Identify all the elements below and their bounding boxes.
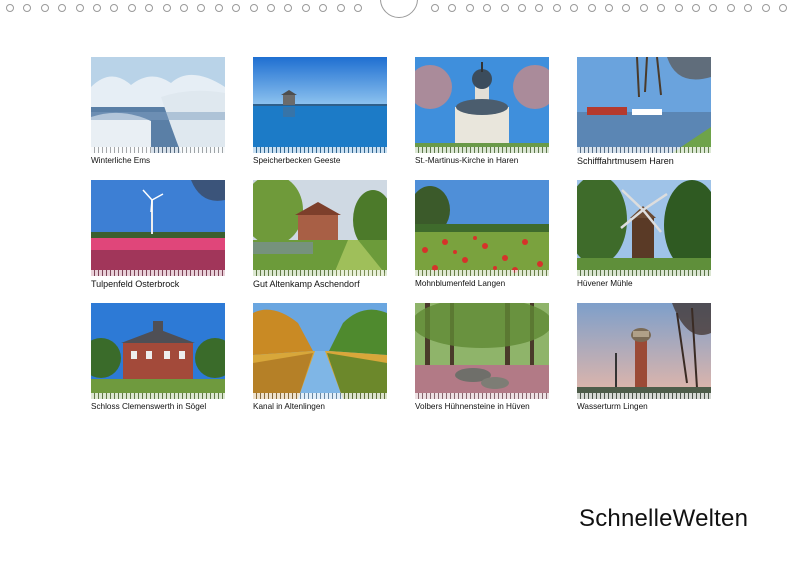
binding-ring-icon bbox=[465, 4, 474, 12]
binding-ring-icon bbox=[552, 4, 561, 12]
binding-ring-icon bbox=[744, 4, 753, 12]
binding-ring-icon bbox=[518, 4, 526, 12]
binding-ring-icon bbox=[587, 4, 596, 12]
binding-ring-icon bbox=[639, 4, 648, 12]
binding-ring-icon bbox=[726, 4, 735, 12]
binding-ring-icon bbox=[6, 4, 14, 12]
photo-caption: St.-Martinus-Kirche in Haren bbox=[415, 156, 519, 165]
binding-ring-icon bbox=[431, 4, 439, 12]
calendar-tile: Volbers Hühnensteine in Hüven bbox=[415, 303, 549, 411]
reservoir-tower-photo bbox=[253, 57, 387, 153]
binding-ring-icon bbox=[127, 4, 136, 12]
photo-caption: Tulpenfeld Osterbrock bbox=[91, 279, 180, 289]
calendar-tile: Winterliche Ems bbox=[91, 57, 225, 165]
binding-ring-icon bbox=[162, 4, 171, 12]
photo-caption: Schloss Clemenswerth in Sögel bbox=[91, 402, 207, 411]
binding-ring-icon bbox=[709, 4, 718, 12]
photo-caption: Gut Altenkamp Aschendorf bbox=[253, 279, 360, 289]
binding-ring-icon bbox=[674, 4, 683, 12]
binding-ring-icon bbox=[319, 4, 328, 12]
binding-ring-icon bbox=[267, 4, 275, 12]
binding-ring-icon bbox=[197, 4, 206, 12]
calendar-tile: Schloss Clemenswerth in Sögel bbox=[91, 303, 225, 411]
binding-ring-icon bbox=[40, 4, 49, 12]
photo-caption: Winterliche Ems bbox=[91, 156, 151, 165]
photo-caption: Volbers Hühnensteine in Hüven bbox=[415, 402, 530, 411]
calendar-tile: Hüvener Mühle bbox=[577, 180, 711, 288]
photo-caption: Hüvener Mühle bbox=[577, 279, 633, 288]
poppy-field-photo bbox=[415, 180, 549, 276]
binding-ring-icon bbox=[448, 4, 457, 12]
calendar-tile: Mohnblumenfeld Langen bbox=[415, 180, 549, 288]
binding-ring-icon bbox=[23, 4, 32, 12]
church-dome-photo bbox=[415, 57, 549, 153]
baroque-palace-photo bbox=[91, 303, 225, 399]
binding-ring-icon bbox=[570, 4, 579, 12]
spiral-binding bbox=[0, 0, 800, 22]
binding-ring-icon bbox=[657, 4, 666, 12]
photo-caption: Wasserturm Lingen bbox=[577, 402, 648, 411]
binding-ring-icon bbox=[93, 4, 101, 12]
binding-ring-icon bbox=[284, 4, 293, 12]
binding-ring-icon bbox=[354, 4, 362, 12]
binding-ring-icon bbox=[779, 4, 787, 12]
windmill-photo bbox=[577, 180, 711, 276]
calendar-tile: Tulpenfeld Osterbrock bbox=[91, 180, 225, 289]
calendar-tile: Wasserturm Lingen bbox=[577, 303, 711, 411]
binding-ring-icon bbox=[232, 4, 241, 12]
calendar-tile: Kanal in Altenlingen bbox=[253, 303, 387, 411]
binding-ring-icon bbox=[110, 4, 119, 12]
calendar-tile: Gut Altenkamp Aschendorf bbox=[253, 180, 387, 289]
tulip-field-wind-turbine-photo bbox=[91, 180, 225, 276]
calendar-tile: Speicherbecken Geeste bbox=[253, 57, 387, 165]
binding-ring-icon bbox=[692, 4, 700, 12]
winter-river-photo bbox=[91, 57, 225, 153]
binding-ring-icon bbox=[249, 4, 258, 12]
calendar-tile: St.-Martinus-Kirche in Haren bbox=[415, 57, 549, 165]
binding-ring-icon bbox=[75, 4, 84, 12]
photo-caption: Schifffahrtmusem Haren bbox=[577, 156, 674, 166]
binding-ring-icon bbox=[622, 4, 631, 12]
binding-ring-icon bbox=[500, 4, 509, 12]
photo-caption: Kanal in Altenlingen bbox=[253, 402, 325, 411]
harbor-ships-photo bbox=[577, 57, 711, 153]
binding-ring-icon bbox=[336, 4, 345, 12]
calendar-tile: Schifffahrtmusem Haren bbox=[577, 57, 711, 166]
autumn-canal-photo bbox=[253, 303, 387, 399]
binding-ring-icon bbox=[535, 4, 544, 12]
megalith-forest-photo bbox=[415, 303, 549, 399]
binding-ring-icon bbox=[58, 4, 67, 12]
calendar-hanger-icon bbox=[380, 0, 418, 18]
binding-ring-icon bbox=[605, 4, 613, 12]
binding-ring-icon bbox=[301, 4, 310, 12]
binding-ring-icon bbox=[761, 4, 770, 12]
binding-ring-icon bbox=[180, 4, 188, 12]
binding-ring-icon bbox=[214, 4, 223, 12]
photo-caption: Speicherbecken Geeste bbox=[253, 156, 341, 165]
binding-ring-icon bbox=[145, 4, 154, 12]
manor-park-photo bbox=[253, 180, 387, 276]
brand-name: SchnelleWelten bbox=[579, 505, 749, 532]
photo-caption: Mohnblumenfeld Langen bbox=[415, 279, 506, 288]
water-tower-photo bbox=[577, 303, 711, 399]
binding-ring-icon bbox=[483, 4, 492, 12]
